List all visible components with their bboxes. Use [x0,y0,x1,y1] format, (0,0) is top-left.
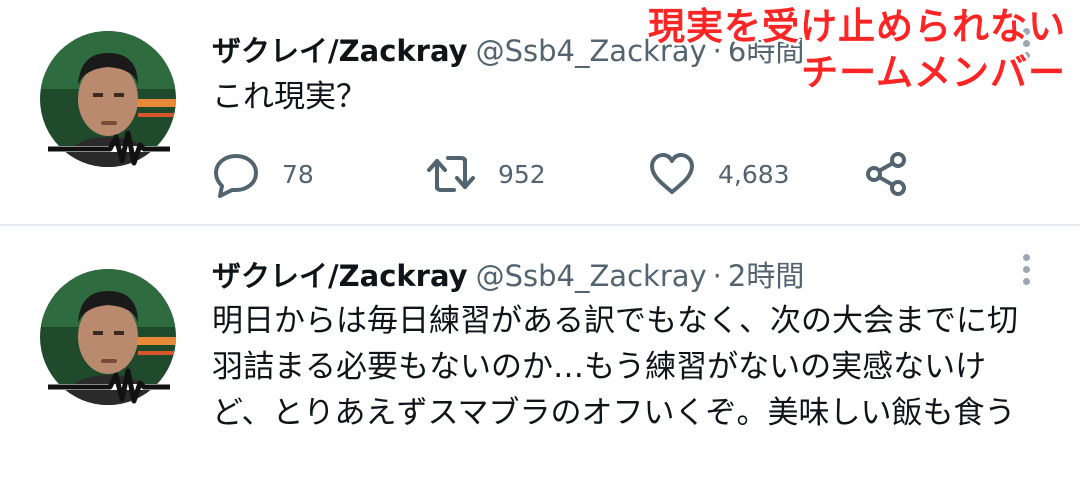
retweet-count: 952 [498,159,546,189]
tweet-text: 明日からは毎日練習がある訳でもなく、次の大会までに切羽詰まる必要もないのか…もう… [212,303,1018,431]
avatar[interactable] [38,267,178,407]
reply-button[interactable]: 78 [212,146,314,202]
handle[interactable]: @Ssb4_Zackray [476,259,707,293]
display-name[interactable]: ザクレイ/Zackray [212,34,468,68]
like-button[interactable]: 4,683 [648,146,790,202]
timestamp[interactable]: 2時間 [728,259,804,293]
reply-icon [214,154,258,198]
separator-dot: · [712,259,722,293]
caption-overlay: 現実を受け止められない チームメンバー [648,4,1066,96]
tweet-header: ザクレイ/Zackray @Ssb4_Zackray · 2時間 [212,253,804,299]
caption-line-1: 現実を受け止められない [648,5,1066,48]
like-count: 4,683 [718,159,790,189]
tweet-actions: 78 952 4,683 [212,146,932,202]
display-name[interactable]: ザクレイ/Zackray [212,259,468,293]
retweet-icon [427,156,475,192]
caption-line-2: チームメンバー [801,51,1066,94]
share-icon [866,152,906,196]
like-icon [650,153,694,194]
avatar[interactable] [38,29,178,169]
more-icon[interactable] [1016,254,1036,294]
tweet[interactable]: ザクレイ/Zackray @Ssb4_Zackray · 2時間 明日からは毎日練習が… [0,226,1080,504]
share-button[interactable] [862,146,910,202]
reply-count: 78 [282,159,314,189]
retweet-button[interactable]: 952 [426,146,546,202]
